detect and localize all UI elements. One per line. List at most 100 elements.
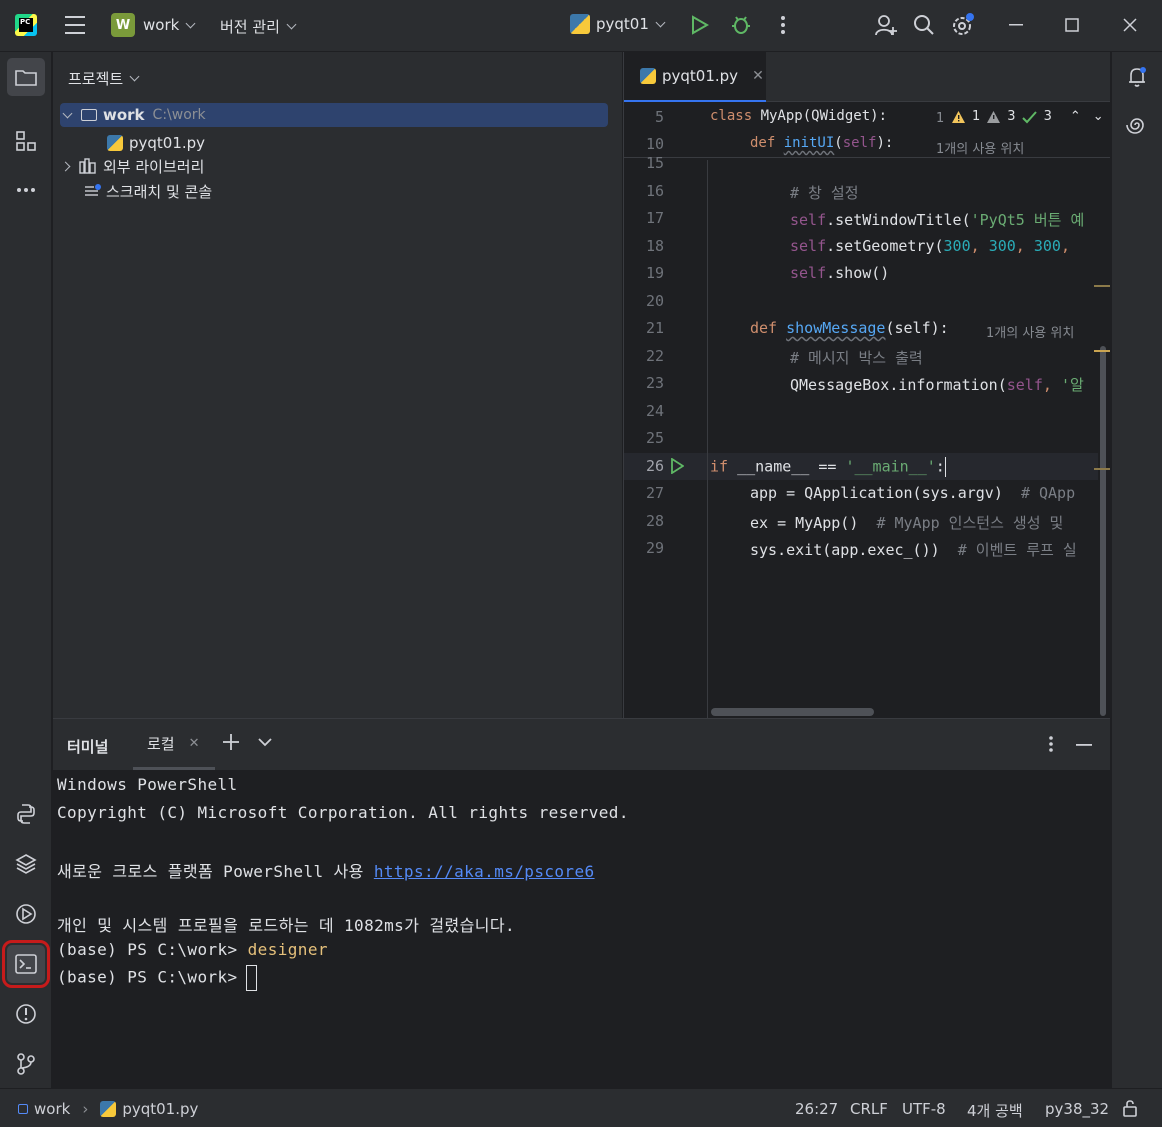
terminal-icon[interactable] <box>2 940 50 988</box>
caret-position[interactable]: 26:27 <box>795 1100 838 1118</box>
minimize-icon[interactable] <box>1009 24 1023 26</box>
chevron-down-icon <box>129 71 140 82</box>
line-number: 29 <box>645 539 664 557</box>
line-number: 5 <box>654 108 664 126</box>
marker <box>1094 350 1110 352</box>
line-separator[interactable]: CRLF <box>850 1100 888 1118</box>
next-highlight-icon[interactable]: ⌄ <box>1093 109 1104 124</box>
lock-icon[interactable] <box>1122 1099 1140 1117</box>
code-line-26-current[interactable]: 26 if __name__ == '__main__': <box>624 453 1110 480</box>
python-file-icon <box>107 135 123 151</box>
scrollbar-thumb[interactable] <box>711 708 874 716</box>
code-line-20[interactable]: 20 <box>624 288 1110 315</box>
structure-icon[interactable] <box>7 122 45 160</box>
code-text: self.setWindowTitle('PyQt5 버튼 예 <box>790 211 1085 229</box>
weak-warning-icon <box>987 110 1001 123</box>
vcs-menu[interactable]: 버전 관리 <box>220 16 297 37</box>
file-encoding[interactable]: UTF-8 <box>902 1100 946 1118</box>
main-menu-icon[interactable] <box>64 16 86 34</box>
terminal-output[interactable]: Windows PowerShell Copyright (C) Microso… <box>53 770 1110 1089</box>
line-number: 23 <box>645 374 664 392</box>
pycharm-logo-icon[interactable]: PC <box>15 14 37 36</box>
code-line-15[interactable]: 15 <box>624 152 1110 179</box>
breadcrumb-root[interactable]: work <box>34 1100 70 1118</box>
debug-button[interactable] <box>730 14 752 36</box>
code-line-29[interactable]: 29 sys.exit(app.exec_()) # 이벤트 루프 실 <box>624 535 1110 562</box>
code-line-28[interactable]: 28 ex = MyApp() # MyApp 인스턴스 생성 및 <box>624 508 1110 535</box>
terminal-line: Copyright (C) Microsoft Corporation. All… <box>57 803 629 822</box>
close-tab-icon[interactable]: ✕ <box>189 736 200 751</box>
vertical-scrollbar[interactable] <box>1094 160 1110 716</box>
notifications-bell-icon[interactable] <box>1118 58 1156 96</box>
project-panel-header[interactable]: 프로젝트 <box>68 68 140 89</box>
tree-item-root[interactable]: work C:\work <box>60 103 608 127</box>
breadcrumb-file[interactable]: pyqt01.py <box>122 1100 198 1118</box>
code-line-21[interactable]: 21 def showMessage(self): 1개의 사용 위치 <box>624 315 1110 342</box>
terminal-line: 개인 및 시스템 프로필을 로드하는 데 1082ms가 걸렸습니다. <box>57 916 515 935</box>
code-line-16[interactable]: 16 # 창 설정 <box>624 178 1110 205</box>
python-interpreter[interactable]: py38_32 <box>1045 1100 1109 1118</box>
expand-arrow-icon[interactable] <box>62 108 73 118</box>
right-tool-strip <box>1111 52 1162 1088</box>
project-name: work <box>143 16 180 34</box>
code-line-24[interactable]: 24 <box>624 398 1110 425</box>
editor-tab-bar: pyqt01.py ✕ <box>624 52 1110 102</box>
code-line-27[interactable]: 27 app = QApplication(sys.argv) # QApp <box>624 480 1110 507</box>
close-tab-icon[interactable]: ✕ <box>752 68 764 84</box>
scrollbar-thumb[interactable] <box>1100 346 1106 716</box>
code-editor[interactable]: pyqt01.py ✕ 5 class MyApp(QWidget): 1 1 … <box>623 52 1110 718</box>
code-line-25[interactable]: 25 <box>624 425 1110 452</box>
hide-panel-minimize-icon[interactable] <box>1076 744 1092 746</box>
horizontal-scrollbar[interactable] <box>710 706 1090 716</box>
tree-item-file[interactable]: pyqt01.py <box>107 131 205 155</box>
project-badge[interactable]: W <box>111 13 135 37</box>
code-line-23[interactable]: 23 QMessageBox.information(self, '알 <box>624 370 1110 397</box>
chevron-down-icon[interactable] <box>258 738 272 747</box>
run-gutter-icon[interactable] <box>670 458 684 474</box>
file-name: pyqt01.py <box>129 134 206 152</box>
git-branch-icon[interactable] <box>7 1045 45 1083</box>
indent-setting[interactable]: 4개 공백 <box>967 1100 1023 1121</box>
pscore6-link[interactable]: https://aka.ms/pscore6 <box>374 862 595 881</box>
project-panel-title: 프로젝트 <box>68 70 124 88</box>
tab-pyqt01[interactable]: pyqt01.py ✕ <box>624 52 766 102</box>
search-icon[interactable] <box>913 14 935 36</box>
more-options-icon[interactable] <box>1048 735 1054 753</box>
marker <box>1094 468 1110 470</box>
maximize-icon[interactable] <box>1065 18 1079 32</box>
code-line-18[interactable]: 18 self.setGeometry(300, 300, 300, <box>624 233 1110 260</box>
run-config-selector[interactable]: pyqt01 <box>570 14 666 34</box>
sticky-line[interactable]: 5 class MyApp(QWidget): 1 1 3 3 ⌃ ⌄ <box>624 104 1110 131</box>
ai-assistant-spiral-icon[interactable] <box>1118 106 1156 144</box>
new-tab-plus-icon[interactable] <box>222 733 240 751</box>
code-line-22[interactable]: 22 # 메시지 박스 출력 <box>624 343 1110 370</box>
tree-item-scratches[interactable]: 스크래치 및 콘솔 <box>84 179 212 203</box>
library-icon <box>79 158 96 174</box>
more-actions-icon[interactable] <box>780 15 786 35</box>
inspection-widget[interactable]: 1 3 3 ⌃ ⌄ <box>951 109 1104 124</box>
add-user-icon[interactable] <box>874 13 898 37</box>
tree-item-external-libraries[interactable]: 외부 라이브러리 <box>60 154 204 178</box>
more-tools-icon[interactable] <box>7 171 45 209</box>
project-selector[interactable]: work <box>143 16 196 34</box>
tab-local[interactable]: 로컬 ✕ <box>133 719 215 770</box>
usage-hint: 1개의 사용 위치 <box>986 326 1075 341</box>
services-icon[interactable] <box>7 895 45 933</box>
python-packages-layers-icon[interactable] <box>7 845 45 883</box>
breadcrumb-separator-icon: › <box>82 1100 89 1118</box>
line-number: 28 <box>645 512 664 530</box>
expand-arrow-icon[interactable] <box>60 161 71 171</box>
chevron-down-icon <box>286 19 297 30</box>
settings-gear-icon[interactable] <box>950 12 976 38</box>
code-text: sys.exit(app.exec_()) # 이벤트 루프 실 <box>750 541 1077 559</box>
close-icon[interactable] <box>1123 18 1137 32</box>
prev-highlight-icon[interactable]: ⌃ <box>1070 109 1081 124</box>
chevron-down-icon <box>185 18 196 28</box>
project-tool-folder-icon[interactable] <box>7 58 45 96</box>
run-button[interactable] <box>689 15 709 35</box>
problems-icon[interactable] <box>7 995 45 1033</box>
python-console-icon[interactable] <box>7 795 45 833</box>
code-line-19[interactable]: 19 self.show() <box>624 260 1110 287</box>
terminal-cursor <box>245 965 257 991</box>
code-line-17[interactable]: 17 self.setWindowTitle('PyQt5 버튼 예 <box>624 205 1110 232</box>
